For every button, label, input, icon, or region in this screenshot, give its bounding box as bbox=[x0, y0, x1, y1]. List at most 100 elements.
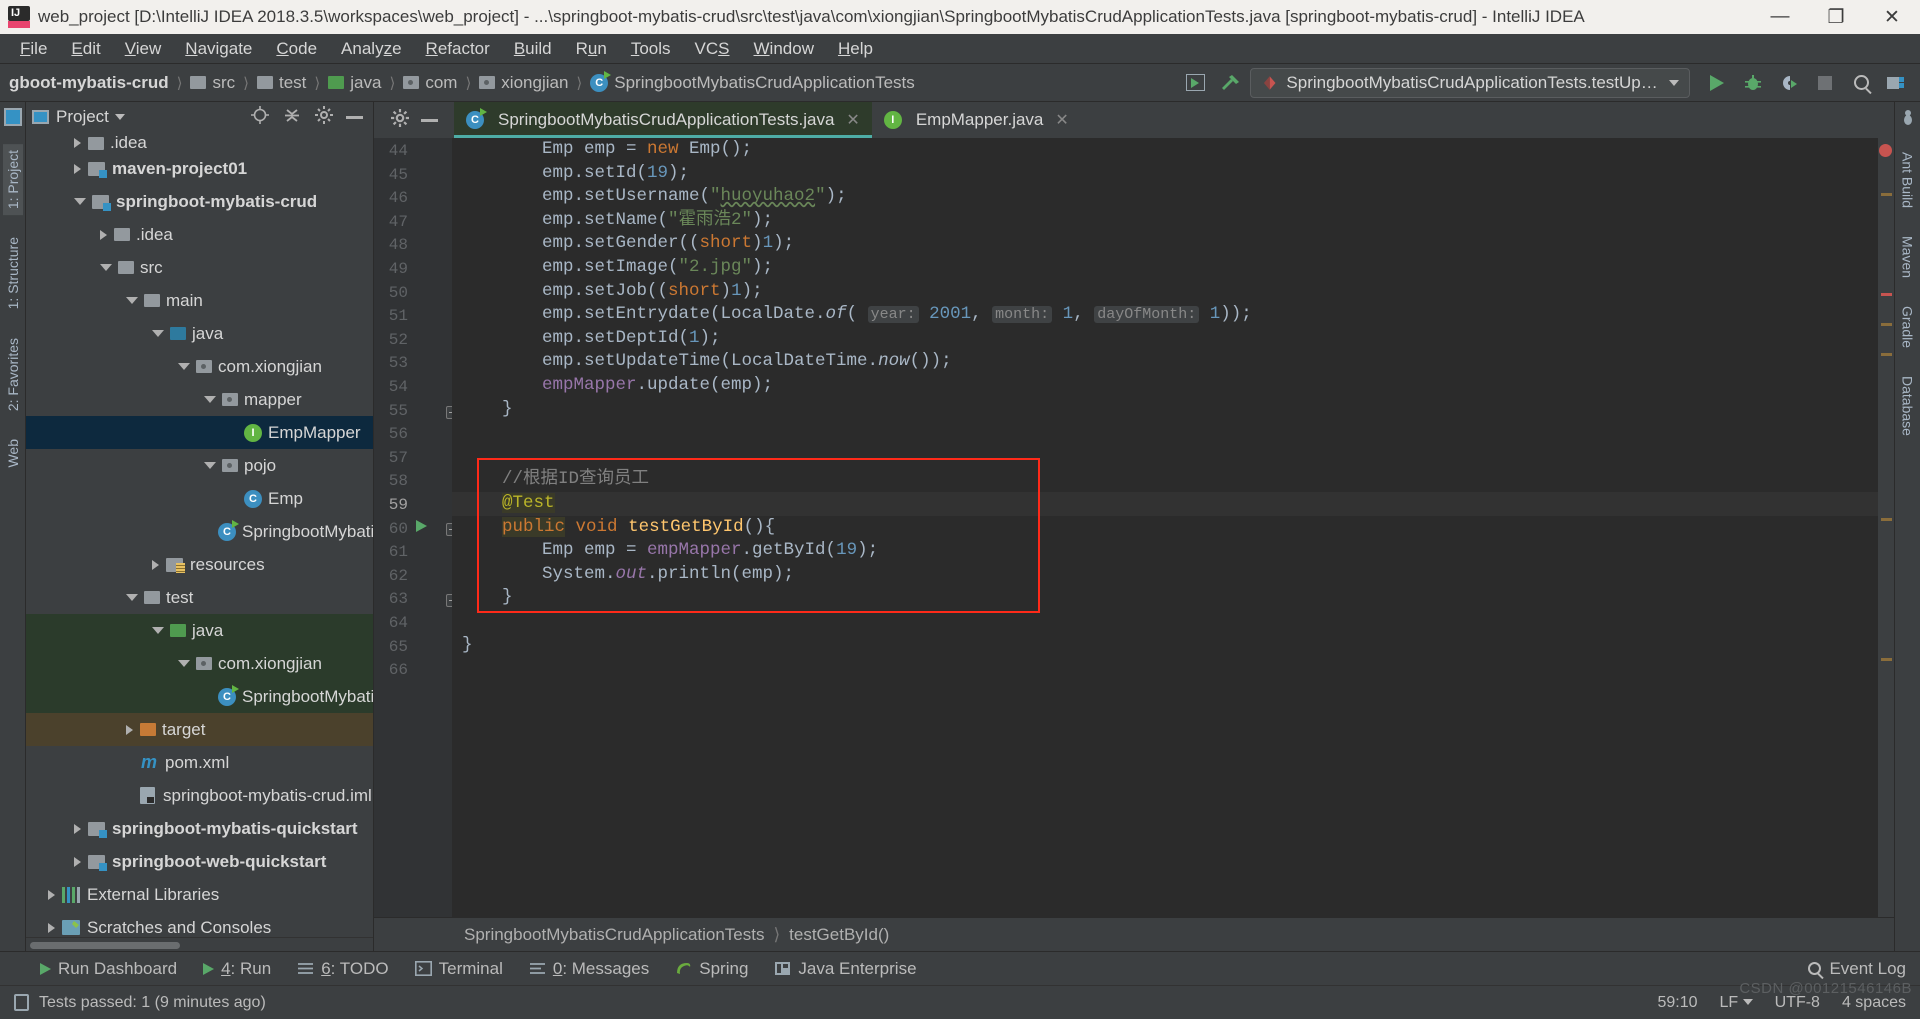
tree-item-empmapper[interactable]: I EmpMapper bbox=[26, 416, 373, 449]
tree-item-mapper[interactable]: mapper bbox=[26, 383, 373, 416]
collapse-arrow-icon[interactable] bbox=[204, 462, 216, 469]
breadcrumb-xiongjian[interactable]: xiongjian bbox=[476, 71, 571, 95]
editor-gutter[interactable]: 44 45 46 47 48 49 50 51 52 53 54 55 56 5… bbox=[374, 138, 459, 917]
project-tree[interactable]: .idea maven-project01 springboot-mybatis… bbox=[26, 132, 373, 937]
collapse-arrow-icon[interactable] bbox=[126, 297, 138, 304]
breadcrumb-method-name[interactable]: testGetById() bbox=[789, 925, 889, 945]
tree-item-idea[interactable]: .idea bbox=[26, 218, 373, 251]
menu-view[interactable]: View bbox=[113, 36, 174, 62]
collapse-arrow-icon[interactable] bbox=[178, 363, 190, 370]
toolwindow-terminal[interactable]: Terminal bbox=[414, 959, 503, 979]
tool-tab-structure[interactable]: 1: Structure bbox=[3, 231, 23, 315]
tree-item-external-libraries[interactable]: External Libraries bbox=[26, 878, 373, 911]
toolwindow-spring[interactable]: Spring bbox=[675, 959, 748, 979]
settings-gear-icon[interactable] bbox=[314, 105, 334, 130]
chevron-down-icon[interactable] bbox=[114, 114, 125, 120]
menu-code[interactable]: Code bbox=[264, 36, 329, 62]
tool-tab-project[interactable]: 1: Project bbox=[2, 144, 23, 216]
tree-item-java-main[interactable]: java bbox=[26, 317, 373, 350]
tree-item-com-xiongjian-main[interactable]: com.xiongjian bbox=[26, 350, 373, 383]
error-marker[interactable] bbox=[1879, 144, 1892, 157]
menu-refactor[interactable]: Refactor bbox=[414, 36, 502, 62]
breadcrumb-class-name[interactable]: SpringbootMybatisCrudApplicationTests bbox=[464, 925, 765, 945]
breadcrumb-test[interactable]: test bbox=[254, 71, 309, 95]
tree-item-com-xiongjian-test[interactable]: com.xiongjian bbox=[26, 647, 373, 680]
toolwindow-run[interactable]: 4: Run bbox=[203, 959, 271, 979]
caret-position[interactable]: 59:10 bbox=[1657, 994, 1697, 1012]
menu-file[interactable]: FFileile bbox=[8, 36, 59, 62]
tree-item-springboot-app-main[interactable]: C SpringbootMybatisCruc bbox=[26, 515, 373, 548]
menu-build[interactable]: Build bbox=[502, 36, 564, 62]
tree-item-java-test[interactable]: java bbox=[26, 614, 373, 647]
tree-item-src[interactable]: src bbox=[26, 251, 373, 284]
editor-tab-springboot-tests[interactable]: C SpringbootMybatisCrudApplicationTests.… bbox=[454, 102, 872, 138]
warning-marker[interactable] bbox=[1881, 518, 1892, 521]
build-hammer-icon[interactable] bbox=[1214, 68, 1248, 98]
editor-marker-stripe[interactable] bbox=[1878, 138, 1894, 917]
menu-help[interactable]: Help bbox=[826, 36, 885, 62]
project-structure-icon[interactable] bbox=[1880, 68, 1914, 98]
run-button[interactable] bbox=[1700, 68, 1734, 98]
expand-arrow-icon[interactable] bbox=[74, 856, 81, 867]
toolwindow-messages[interactable]: 0: Messages bbox=[529, 959, 649, 979]
expand-arrow-icon[interactable] bbox=[48, 922, 55, 933]
stop-button[interactable] bbox=[1808, 68, 1842, 98]
collapse-arrow-icon[interactable] bbox=[152, 627, 164, 634]
menu-edit[interactable]: Edit bbox=[59, 36, 112, 62]
close-button[interactable]: ✕ bbox=[1864, 0, 1920, 34]
hide-panel-icon[interactable] bbox=[346, 115, 363, 119]
scrollbar-thumb[interactable] bbox=[30, 942, 180, 949]
project-horizontal-scrollbar[interactable] bbox=[26, 937, 373, 951]
debug-button[interactable] bbox=[1736, 68, 1770, 98]
menu-tools[interactable]: Tools bbox=[619, 36, 683, 62]
warning-marker[interactable] bbox=[1881, 323, 1892, 326]
close-tab-icon[interactable]: ✕ bbox=[846, 110, 859, 130]
breadcrumb-src[interactable]: src bbox=[187, 71, 238, 95]
breadcrumb-class[interactable]: C SpringbootMybatisCrudApplicationTests bbox=[587, 70, 918, 95]
expand-arrow-icon[interactable] bbox=[74, 823, 81, 834]
breadcrumb-module[interactable]: gboot-mybatis-crud bbox=[6, 71, 172, 95]
project-tool-icon[interactable] bbox=[3, 108, 22, 126]
breadcrumb-com[interactable]: com bbox=[400, 71, 460, 95]
tree-item-springboot-mybatis-crud[interactable]: springboot-mybatis-crud bbox=[26, 185, 373, 218]
expand-arrow-icon[interactable] bbox=[152, 559, 159, 570]
tree-item-main[interactable]: main bbox=[26, 284, 373, 317]
menu-window[interactable]: Window bbox=[742, 36, 826, 62]
run-with-coverage-button[interactable] bbox=[1772, 68, 1806, 98]
minimize-button[interactable]: — bbox=[1752, 0, 1808, 34]
menu-vcs[interactable]: VCS bbox=[683, 36, 742, 62]
tool-tab-ant-build[interactable]: Ant Build bbox=[1898, 146, 1918, 214]
warning-marker[interactable] bbox=[1881, 353, 1892, 356]
expand-arrow-icon[interactable] bbox=[126, 724, 133, 735]
expand-arrow-icon[interactable] bbox=[74, 138, 81, 148]
tree-item-test[interactable]: test bbox=[26, 581, 373, 614]
tree-item-resources[interactable]: resources bbox=[26, 548, 373, 581]
error-marker[interactable] bbox=[1881, 293, 1892, 296]
tree-item-maven-project01[interactable]: maven-project01 bbox=[26, 152, 373, 185]
tree-item-iml[interactable]: springboot-mybatis-crud.iml bbox=[26, 779, 373, 812]
collapse-all-icon[interactable] bbox=[282, 105, 302, 130]
expand-arrow-icon[interactable] bbox=[48, 889, 55, 900]
maximize-button[interactable]: ❐ bbox=[1808, 0, 1864, 34]
tree-item-springboot-mybatis-quickstart[interactable]: springboot-mybatis-quickstart bbox=[26, 812, 373, 845]
tree-item-springboot-tests[interactable]: C SpringbootMybatisCruc bbox=[26, 680, 373, 713]
menu-navigate[interactable]: Navigate bbox=[173, 36, 264, 62]
tree-item-scratches[interactable]: Scratches and Consoles bbox=[26, 911, 373, 937]
expand-arrow-icon[interactable] bbox=[74, 163, 81, 174]
breadcrumb-java[interactable]: java bbox=[325, 71, 384, 95]
run-configuration-selector[interactable]: SpringbootMybatisCrudApplicationTests.te… bbox=[1250, 67, 1690, 98]
collapse-arrow-icon[interactable] bbox=[74, 198, 86, 205]
tool-tab-database[interactable]: Database bbox=[1898, 370, 1918, 442]
toolwindow-run-dashboard[interactable]: Run Dashboard bbox=[40, 959, 177, 979]
editor-hide-icon[interactable] bbox=[421, 118, 439, 122]
collapse-arrow-icon[interactable] bbox=[126, 594, 138, 601]
toolwindow-todo[interactable]: 6: TODO bbox=[297, 959, 389, 979]
code-editor[interactable]: Emp emp = new Emp(); emp.setId(19); emp.… bbox=[452, 138, 1878, 917]
tree-item-pojo[interactable]: pojo bbox=[26, 449, 373, 482]
locate-icon[interactable] bbox=[250, 105, 270, 130]
warning-marker[interactable] bbox=[1881, 658, 1892, 661]
search-everywhere-icon[interactable] bbox=[1844, 68, 1878, 98]
editor-settings-gear-icon[interactable] bbox=[390, 108, 410, 133]
event-log-label[interactable]: Event Log bbox=[1829, 959, 1906, 979]
tree-item-target[interactable]: target bbox=[26, 713, 373, 746]
